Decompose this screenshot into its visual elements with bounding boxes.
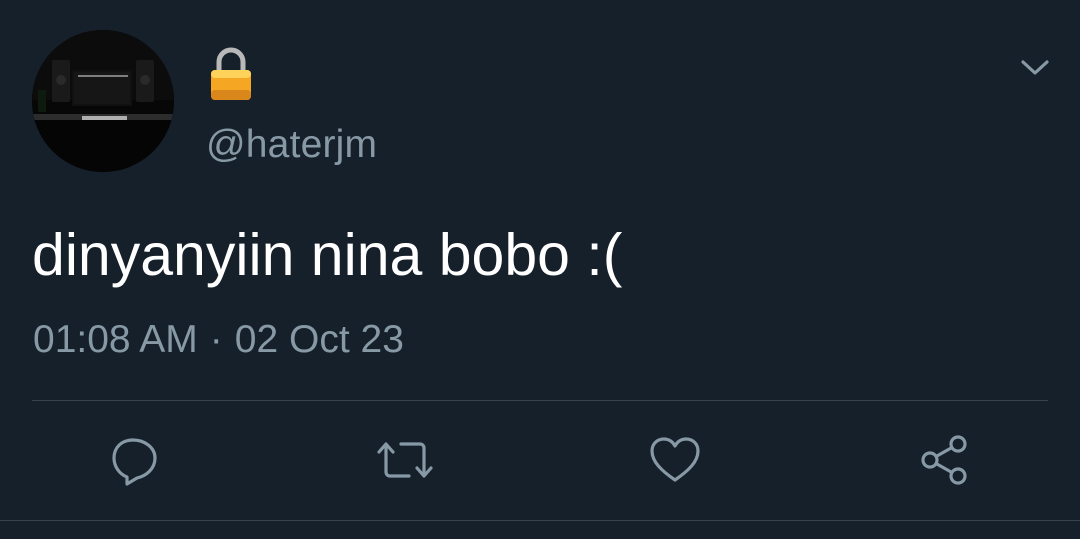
share-button[interactable] <box>915 430 975 490</box>
reply-button[interactable] <box>105 430 165 490</box>
lock-icon <box>207 46 255 102</box>
reply-bubble-icon <box>112 438 157 486</box>
tweet-timestamp[interactable]: 01:08 AM · 02 Oct 23 <box>33 316 404 364</box>
share-icon <box>921 435 967 485</box>
avatar[interactable] <box>32 30 174 172</box>
like-button[interactable] <box>645 430 705 490</box>
user-handle[interactable]: @haterjm <box>206 122 377 168</box>
retweet-button[interactable] <box>375 430 435 490</box>
avatar-image <box>32 30 174 172</box>
divider-bottom <box>0 520 1080 521</box>
tweet-date: 02 Oct 23 <box>234 318 404 361</box>
heart-icon <box>650 437 700 482</box>
divider <box>32 400 1048 401</box>
retweet-icon <box>377 442 433 478</box>
tweet-time: 01:08 AM <box>33 318 198 361</box>
meta-separator: · <box>209 318 223 361</box>
chevron-down-icon[interactable] <box>1008 48 1062 88</box>
tweet-text: dinyanyiin nina bobo :( <box>32 222 623 288</box>
